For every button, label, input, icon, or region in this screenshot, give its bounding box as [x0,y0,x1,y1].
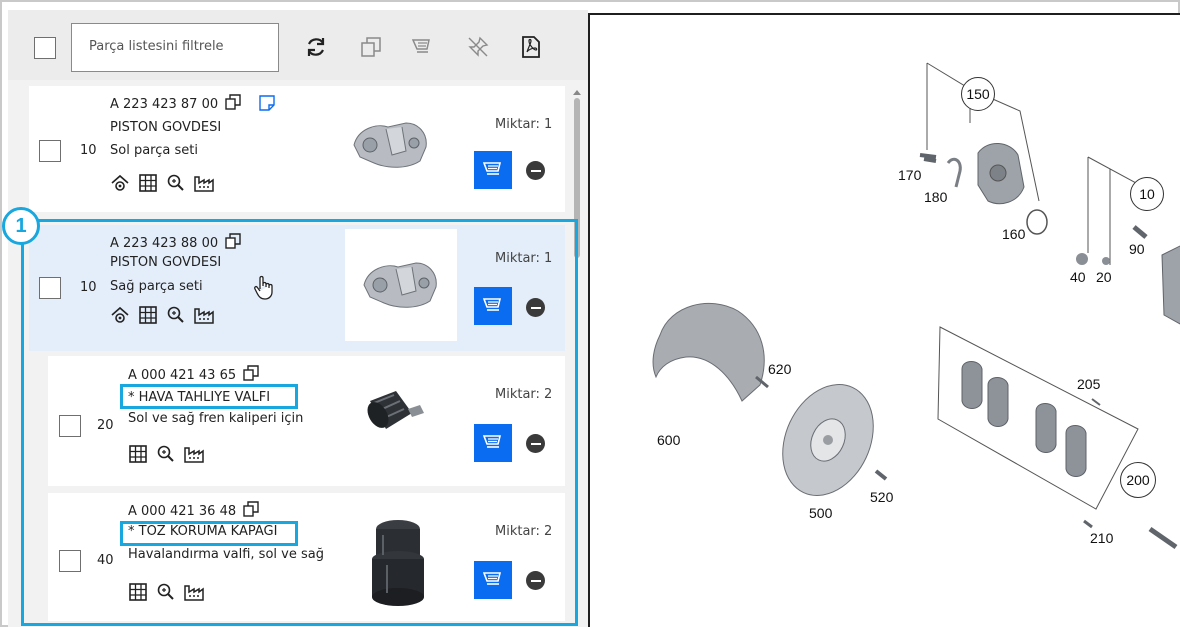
callout-number: 1 [2,207,40,245]
copy-icon[interactable] [356,32,386,62]
diagram-label[interactable]: 90 [1129,241,1145,257]
diagram-label[interactable]: 500 [809,505,832,521]
quantity: Miktar: 1 [495,117,553,132]
selection-highlight-box [21,219,578,626]
diagram-label[interactable]: 600 [657,432,680,448]
select-all-checkbox[interactable] [34,37,56,59]
diagram-label[interactable]: 205 [1077,376,1100,392]
part-name: PISTON GOVDESI [110,120,222,135]
zoom-icon[interactable] [166,173,186,193]
part-name-highlight [120,521,298,546]
copy-icon[interactable] [225,94,241,110]
diagram-label[interactable]: 40 [1070,269,1086,285]
diagram-label[interactable]: 160 [1002,226,1025,242]
exploded-diagram[interactable]: 150 10 200 170 180 160 90 40 20 620 600 … [588,13,1180,627]
part-description: Sol parça seti [110,143,198,158]
part-actions [110,173,214,193]
diagram-label[interactable]: 20 [1096,269,1112,285]
diagram-label[interactable]: 180 [924,189,947,205]
factory-icon[interactable] [194,173,214,193]
add-to-cart-button[interactable] [474,151,512,189]
diagram-label[interactable]: 620 [768,361,791,377]
pdf-icon[interactable] [516,32,546,62]
unpin-icon[interactable] [463,32,493,62]
cart-icon[interactable] [408,32,438,62]
note-icon[interactable] [259,95,276,111]
remove-button[interactable] [526,161,545,180]
diagram-label[interactable]: 520 [870,489,893,505]
position-number: 10 [80,143,97,158]
filter-input[interactable]: Parça listesini filtrele [71,23,279,72]
row-checkbox[interactable] [39,140,61,162]
callout-150[interactable]: 150 [961,77,995,111]
part-image[interactable] [347,110,435,180]
callout-200[interactable]: 200 [1120,462,1156,498]
part-number: A 223 423 87 00 [110,94,276,112]
parts-toolbar: Parça listesini filtrele [8,10,588,80]
table-icon[interactable] [138,173,158,193]
part-card[interactable]: A 223 423 87 00 PISTON GOVDESI 10 Sol pa… [29,86,565,212]
diagram-label[interactable]: 210 [1090,530,1113,546]
callout-10[interactable]: 10 [1130,177,1164,211]
refresh-icon[interactable] [301,32,331,62]
diagram-label[interactable]: 170 [898,167,921,183]
gear-house-icon[interactable] [110,173,130,193]
part-name-highlight [120,384,298,409]
